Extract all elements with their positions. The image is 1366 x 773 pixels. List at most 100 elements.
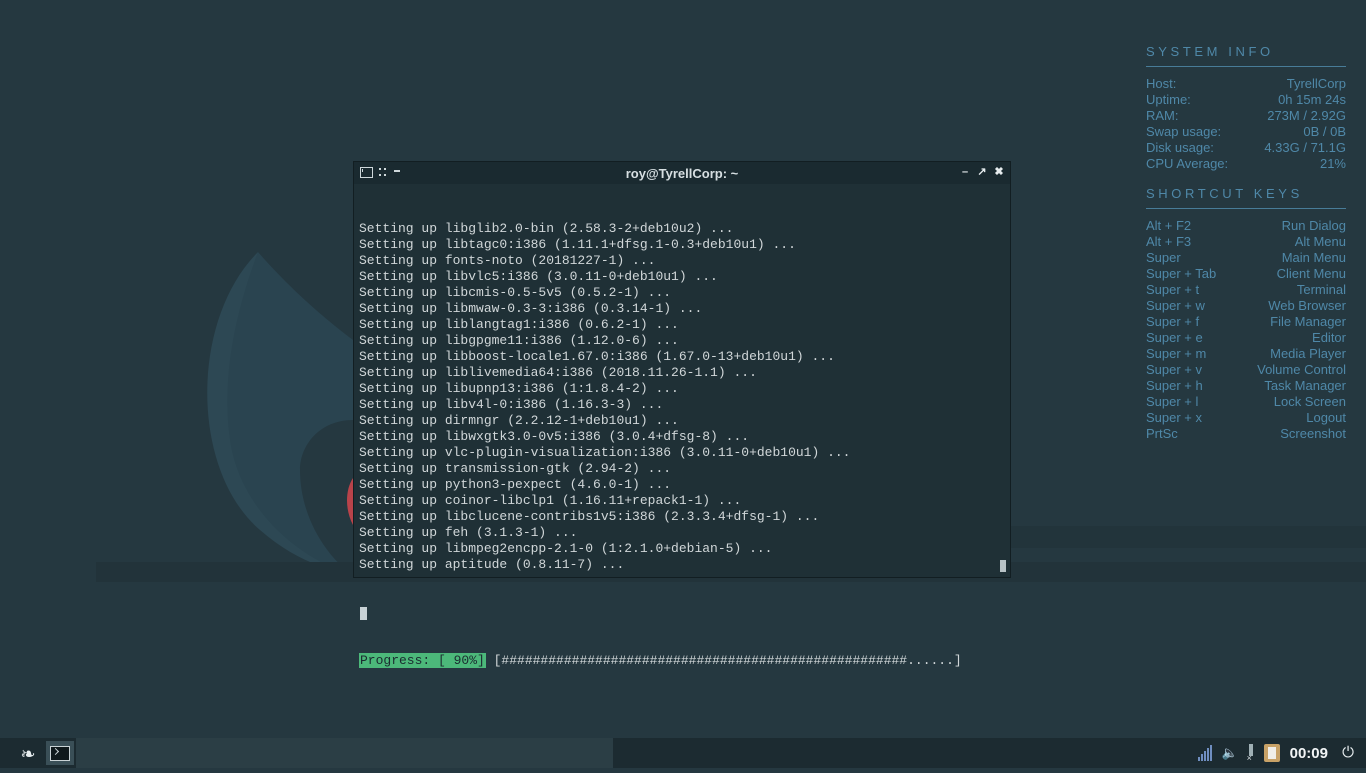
shortcut-label: PrtSc	[1146, 426, 1178, 441]
shortcut-value: Web Browser	[1268, 298, 1346, 313]
terminal-line: Setting up liblangtag1:i386 (0.6.2-1) ..…	[359, 317, 679, 332]
system-label: Disk usage:	[1146, 140, 1214, 155]
terminal-line: Setting up libgpgme11:i386 (1.12.0-6) ..…	[359, 333, 679, 348]
system-label: CPU Average:	[1146, 156, 1229, 171]
terminal-line: Setting up libv4l-0:i386 (1.16.3-3) ...	[359, 397, 664, 412]
system-label: Host:	[1146, 76, 1177, 91]
terminal-line: Setting up libboost-locale1.67.0:i386 (1…	[359, 349, 835, 364]
terminal-window[interactable]: roy@TyrellCorp: ~ – ↗ ✖ Setting up libgl…	[353, 161, 1011, 668]
shortcut-row: Super + e Editor	[1146, 330, 1346, 346]
terminal-icon[interactable]	[46, 741, 74, 765]
terminal-line: Setting up dirmngr (2.2.12-1+deb10u1) ..…	[359, 413, 679, 428]
scrollbar[interactable]	[1000, 560, 1006, 572]
shortcut-row: Alt + F2 Run Dialog	[1146, 218, 1346, 234]
text-cursor	[360, 607, 367, 620]
shortcut-label: Alt + F3	[1146, 234, 1192, 249]
shortcut-value: Lock Screen	[1273, 394, 1346, 409]
terminal-line: Setting up libmpeg2encpp-2.1-0 (1:2.1.0+…	[359, 541, 773, 556]
system-info-title: SYSTEM INFO	[1146, 44, 1274, 59]
shortcut-row: Super Main Menu	[1146, 250, 1346, 266]
shortcut-value: Alt Menu	[1294, 234, 1346, 249]
shortcut-value: Run Dialog	[1281, 218, 1346, 233]
system-value: 0B / 0B	[1303, 124, 1346, 139]
terminal-line: Setting up python3-pexpect (4.6.0-1) ...	[359, 477, 672, 492]
shortcut-value: Editor	[1312, 330, 1346, 345]
shortcut-row: Super + Tab Client Menu	[1146, 266, 1346, 282]
terminal-line: Setting up transmission-gtk (2.94-2) ...	[359, 461, 672, 476]
usb-icon[interactable]	[1246, 744, 1256, 763]
system-row: Disk usage: 4.33G / 71.1G	[1146, 140, 1346, 156]
shortcut-label: Super + h	[1146, 378, 1203, 393]
power-icon[interactable]: ⏻	[1340, 745, 1356, 761]
system-row: Uptime: 0h 15m 24s	[1146, 92, 1346, 108]
shortcut-label: Super + Tab	[1146, 266, 1217, 281]
terminal-line: Setting up libglib2.0-bin (2.58.3-2+deb1…	[359, 221, 734, 236]
shortcut-value: Logout	[1306, 410, 1346, 425]
shortcut-value: File Manager	[1270, 314, 1346, 329]
shortcut-row: Super + l Lock Screen	[1146, 394, 1346, 410]
shortcut-label: Super + e	[1146, 330, 1203, 345]
system-row: CPU Average: 21%	[1146, 156, 1346, 172]
shortcut-value: Screenshot	[1280, 426, 1346, 441]
window-title: roy@TyrellCorp: ~	[625, 166, 739, 181]
shortcut-row: Super + t Terminal	[1146, 282, 1346, 298]
shortcut-row: Super + x Logout	[1146, 410, 1346, 426]
shortcut-row: PrtSc Screenshot	[1146, 426, 1346, 442]
signal-icon[interactable]	[1197, 745, 1214, 761]
shortcut-label: Super + v	[1146, 362, 1203, 377]
shortcut-value: Main Menu	[1281, 250, 1346, 265]
system-label: RAM:	[1146, 108, 1179, 123]
terminal-line: Setting up feh (3.1.3-1) ...	[359, 525, 578, 540]
system-value: 273M / 2.92G	[1267, 108, 1346, 123]
system-value: 4.33G / 71.1G	[1264, 140, 1346, 155]
prompt-line	[359, 605, 999, 621]
shortcut-label: Super + f	[1146, 314, 1200, 329]
clock[interactable]: 00:09	[1290, 745, 1328, 762]
system-row: RAM: 273M / 2.92G	[1146, 108, 1346, 124]
clipboard-icon[interactable]	[1263, 744, 1280, 762]
terminal-output[interactable]: Setting up libglib2.0-bin (2.58.3-2+deb1…	[359, 189, 999, 701]
shortcut-label: Alt + F2	[1146, 218, 1192, 233]
terminal-line: Setting up libtagc0:i386 (1.11.1+dfsg.1-…	[359, 237, 796, 252]
terminal-line: Setting up coinor-libclp1 (1.16.11+repac…	[359, 493, 742, 508]
task-list[interactable]	[76, 738, 613, 768]
system-row: Host: TyrellCorp	[1146, 76, 1346, 92]
terminal-line: Setting up libmwaw-0.3-3:i386 (0.3.14-1)…	[359, 301, 703, 316]
shortcut-label: Super + w	[1146, 298, 1205, 313]
window-titlebar[interactable]: roy@TyrellCorp: ~ – ↗ ✖	[354, 162, 1010, 184]
terminal-line: Setting up libcmis-0.5-5v5 (0.5.2-1) ...	[359, 285, 672, 300]
taskbar: ❧ 🔈 00:09 ⏻	[0, 738, 1366, 768]
terminal-line: Setting up libvlc5:i386 (3.0.11-0+deb10u…	[359, 269, 718, 284]
shortcut-keys-title: SHORTCUT KEYS	[1146, 186, 1303, 201]
progress-bar: [#######################################…	[485, 653, 962, 668]
progress-label: Progress: [ 90%]	[359, 653, 486, 668]
wallpaper-band	[1010, 526, 1366, 548]
system-tray: 🔈 00:09 ⏻	[1197, 738, 1366, 768]
speaker-icon[interactable]: 🔈	[1222, 745, 1240, 761]
shortcut-row: Super + w Web Browser	[1146, 298, 1346, 314]
shortcut-label: Super + x	[1146, 410, 1203, 425]
shortcut-label: Super	[1146, 250, 1181, 265]
progress-line: Progress: [ 90%] [######################…	[359, 653, 999, 669]
close-icon[interactable]: ✖	[994, 165, 1004, 179]
terminal-line: Setting up libupnp13:i386 (1:1.8.4-2) ..…	[359, 381, 679, 396]
terminal-line: Setting up aptitude (0.8.11-7) ...	[359, 557, 625, 572]
shortcut-label: Super + l	[1146, 394, 1199, 409]
maximize-icon[interactable]: ↗	[977, 165, 987, 179]
system-value: 21%	[1319, 156, 1346, 171]
shortcut-row: Super + v Volume Control	[1146, 362, 1346, 378]
shortcut-value: Client Menu	[1276, 266, 1346, 281]
terminal-line: Setting up libwxgtk3.0-0v5:i386 (3.0.4+d…	[359, 429, 750, 444]
terminal-line: Setting up libclucene-contribs1v5:i386 (…	[359, 509, 820, 524]
divider	[1146, 208, 1346, 209]
shortcut-label: Super + t	[1146, 282, 1200, 297]
shortcut-row: Super + f File Manager	[1146, 314, 1346, 330]
minimize-icon[interactable]: –	[960, 165, 970, 179]
flame-icon[interactable]: ❧	[18, 744, 38, 764]
shortcut-value: Task Manager	[1264, 378, 1346, 393]
shortcut-value: Media Player	[1270, 346, 1346, 361]
system-row: Swap usage: 0B / 0B	[1146, 124, 1346, 140]
divider	[1146, 66, 1346, 67]
shortcut-value: Volume Control	[1257, 362, 1346, 377]
shortcut-label: Super + m	[1146, 346, 1207, 361]
